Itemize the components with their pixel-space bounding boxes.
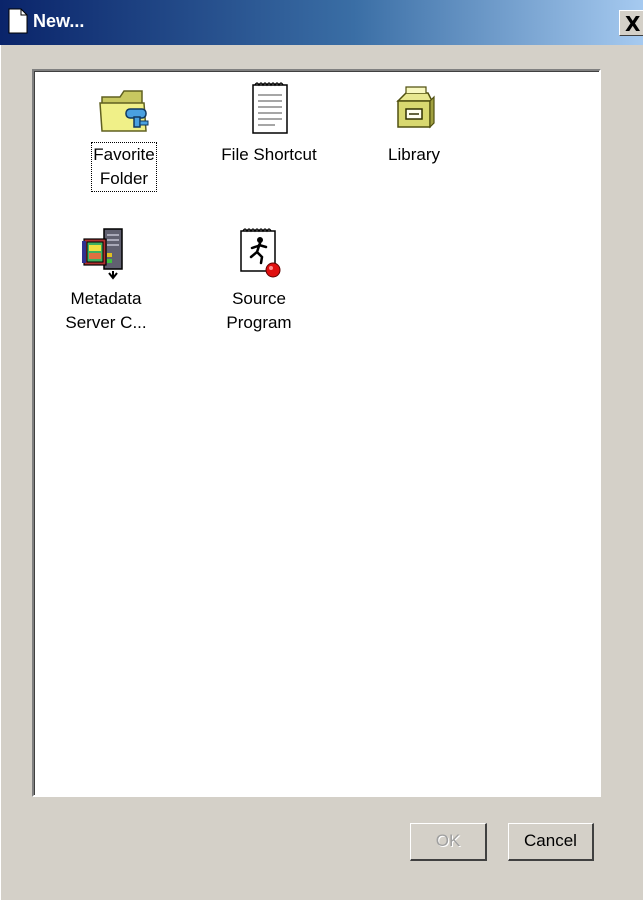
close-icon: X bbox=[625, 12, 641, 36]
item-label: File Shortcut bbox=[221, 145, 317, 164]
window-frame bbox=[0, 45, 1, 900]
ok-button[interactable]: OK bbox=[410, 823, 487, 861]
item-source-program[interactable]: Source Program bbox=[199, 223, 319, 335]
window-title: New... bbox=[33, 11, 85, 31]
title-bar[interactable]: New... X bbox=[0, 0, 643, 45]
item-library[interactable]: Library bbox=[354, 79, 474, 167]
file-shortcut-icon bbox=[252, 82, 288, 134]
item-favorite-folder[interactable]: Favorite Folder bbox=[64, 79, 184, 192]
close-button[interactable]: X bbox=[619, 10, 643, 36]
cancel-button[interactable]: Cancel bbox=[508, 823, 594, 861]
item-label: Source Program bbox=[226, 289, 292, 332]
new-document-icon bbox=[8, 8, 28, 34]
item-label: Favorite Folder bbox=[91, 142, 157, 192]
source-program-icon bbox=[240, 228, 281, 278]
metadata-server-icon bbox=[82, 228, 123, 280]
item-label: Library bbox=[388, 145, 440, 164]
library-icon bbox=[396, 86, 435, 129]
item-label: Metadata Server C... bbox=[65, 289, 147, 332]
item-metadata-server[interactable]: Metadata Server C... bbox=[46, 223, 166, 335]
item-file-shortcut[interactable]: File Shortcut bbox=[209, 79, 329, 167]
favorite-folder-icon bbox=[99, 90, 149, 132]
new-item-list[interactable]: Favorite Folder File Shortcut Library Me… bbox=[32, 69, 601, 797]
